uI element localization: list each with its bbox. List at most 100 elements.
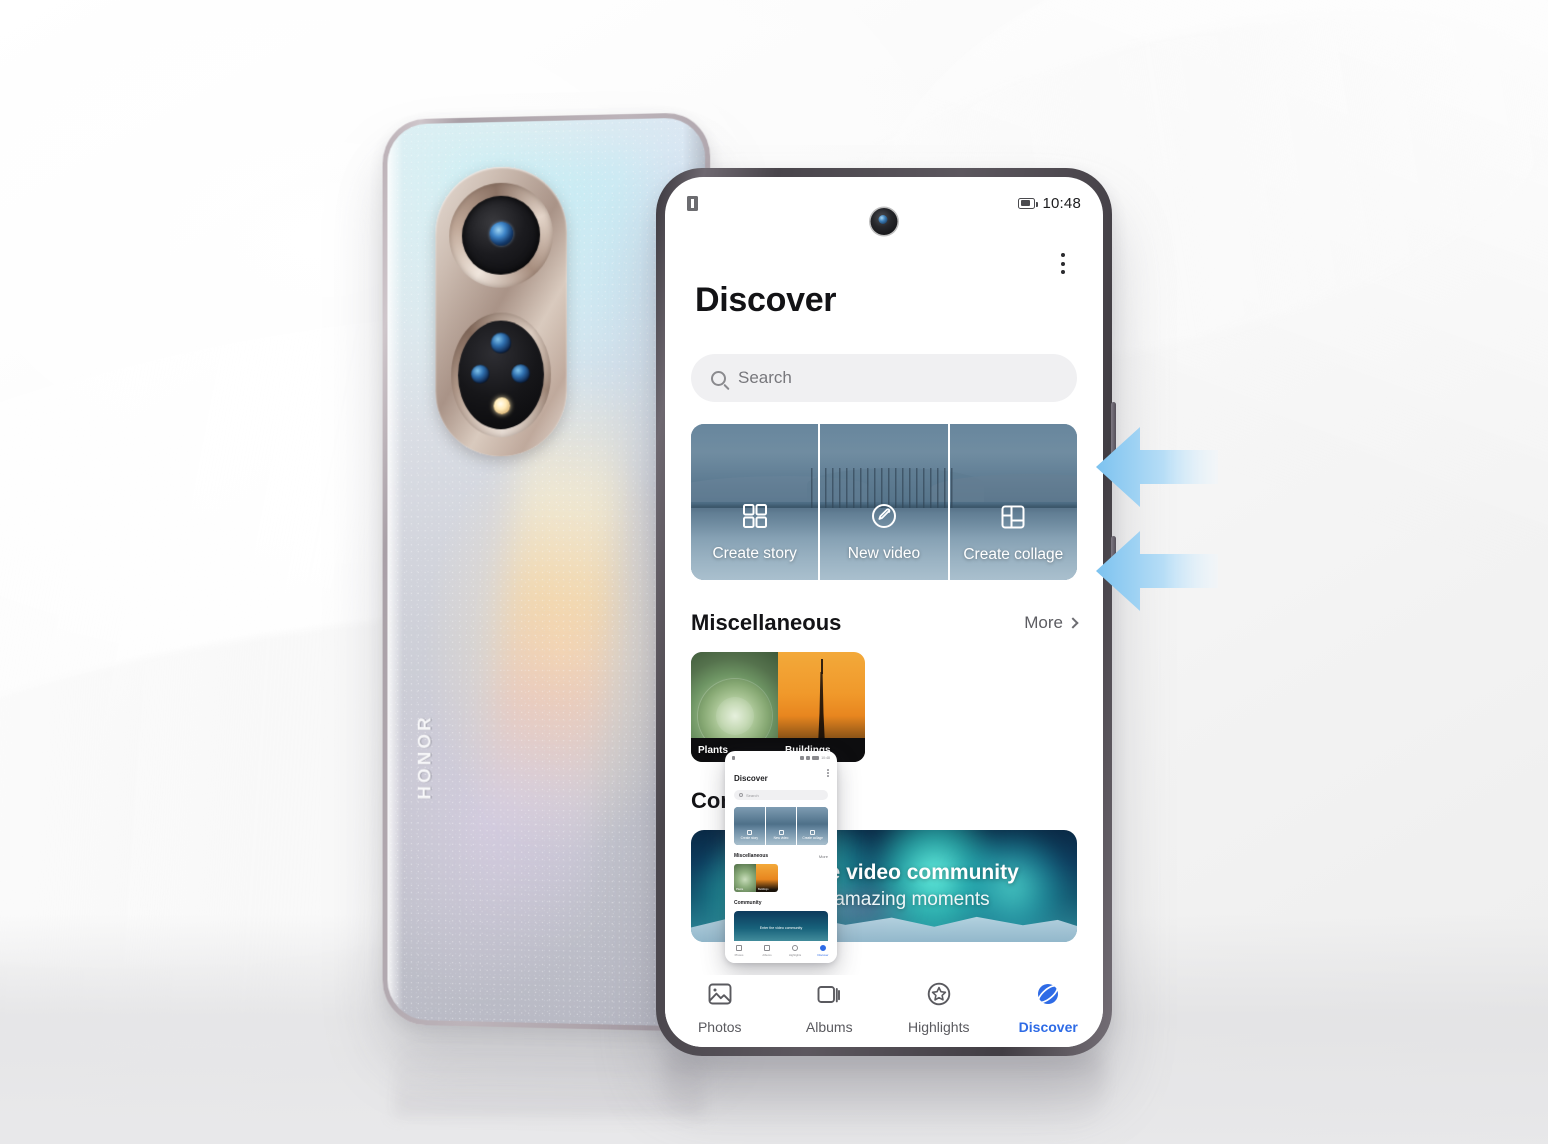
mini-more-vertical-icon	[827, 769, 829, 777]
mini-plants-label: Plants	[736, 888, 744, 891]
mini-new-video-card: New video	[764, 807, 797, 845]
main-lens-ring	[449, 181, 553, 289]
page-title: Discover	[695, 281, 837, 319]
secondary-lens-cluster	[458, 320, 545, 430]
mini-thumbnails: Plants Buildings	[734, 864, 778, 892]
miscellaneous-section-header: Miscellaneous More	[691, 610, 1079, 636]
mini-battery-icon	[812, 756, 820, 760]
collage-layout-icon	[999, 503, 1027, 536]
mini-document-icon	[732, 756, 735, 760]
mini-wifi-icon	[806, 756, 811, 760]
mini-new-video-label: New video	[773, 836, 789, 841]
mini-collage-layout-icon	[810, 830, 816, 836]
miscellaneous-thumbnails: Plants Buildings	[691, 652, 865, 762]
status-bar-time: 10:48	[1042, 194, 1081, 212]
mini-nav-discover: Discover	[809, 945, 837, 957]
rear-camera-module	[435, 165, 567, 457]
battery-fill	[1020, 200, 1030, 206]
mini-discover-label: Discover	[817, 953, 829, 957]
mini-grid-squares-icon	[746, 830, 752, 836]
battery-icon	[1018, 197, 1039, 209]
nav-label-photos: Photos	[697, 1019, 742, 1035]
mini-dot-3	[827, 775, 829, 777]
mini-dot-1	[827, 769, 829, 771]
status-bar-left	[687, 193, 701, 211]
new-video-label: New video	[847, 545, 921, 563]
tower-spire	[820, 658, 823, 674]
nav-item-photos[interactable]: Photos	[665, 981, 775, 1035]
sub-lens-1	[490, 332, 512, 354]
search-input[interactable]: Search	[691, 354, 1077, 402]
mini-banner-text: Enter the video community	[759, 926, 803, 930]
albums-icon	[816, 981, 842, 1012]
more-vertical-icon[interactable]	[1057, 249, 1069, 278]
nav-item-discover[interactable]: Discover	[994, 981, 1104, 1035]
nav-label-highlights: Highlights	[908, 1019, 970, 1035]
main-lens	[461, 195, 541, 276]
miscellaneous-more-button[interactable]: More	[1024, 613, 1079, 633]
new-video-card[interactable]: New video	[818, 424, 947, 580]
highlights-icon	[926, 981, 952, 1012]
mini-photos-label: Photos	[734, 953, 744, 957]
overflow-dot-2	[1061, 261, 1065, 266]
mini-screenshot-preview[interactable]: 10:48 Discover Search Create story New v…	[725, 751, 837, 963]
mini-community-banner: Enter the video community	[734, 911, 828, 945]
mini-pen-circle-icon	[778, 830, 784, 836]
rear-phone-reflection	[394, 1029, 705, 1117]
grid-squares-icon	[741, 502, 769, 535]
mini-miscellaneous-title: Miscellaneous	[734, 853, 769, 859]
create-collage-label: Create collage	[963, 545, 1064, 563]
mini-search-input: Search	[734, 790, 828, 800]
front-phone-device: 10:48 Discover Search Create story New v…	[656, 168, 1116, 1056]
mini-buildings-label: Buildings	[758, 888, 769, 891]
mini-action-cards: Create story New video Create collage	[734, 807, 828, 845]
main-lens-glass	[489, 221, 514, 246]
create-story-card[interactable]: Create story	[691, 424, 818, 580]
sub-lens-3	[511, 364, 531, 384]
create-story-label: Create story	[712, 545, 797, 563]
overflow-dot-1	[1061, 253, 1065, 257]
tower-silhouette	[818, 671, 825, 740]
mini-discover-icon	[820, 945, 826, 951]
glass-edge-highlight	[387, 124, 404, 1020]
photos-icon	[707, 981, 733, 1012]
nav-item-highlights[interactable]: Highlights	[884, 981, 994, 1035]
arrow-pointing-volume-button	[1096, 424, 1218, 510]
discover-icon	[1035, 981, 1061, 1012]
create-collage-card[interactable]: Create collage	[947, 424, 1077, 580]
mini-community-header: Community	[734, 900, 828, 906]
mini-tower-thumbnail: Buildings	[756, 864, 778, 892]
mini-status-bar: 10:48	[725, 751, 837, 760]
honor-brand-logo: HONOR	[414, 714, 436, 800]
mini-create-story-label: Create story	[740, 836, 759, 841]
mini-time: 10:48	[821, 756, 830, 760]
mini-page-title: Discover	[734, 774, 768, 783]
mini-miscellaneous-header: Miscellaneous More	[734, 853, 828, 859]
mini-create-collage-label: Create collage	[802, 836, 823, 841]
mini-status-icons: 10:48	[800, 756, 830, 760]
mini-search-icon	[739, 793, 743, 797]
mini-albums-icon	[764, 945, 770, 951]
front-camera-punchhole	[870, 208, 898, 235]
arrow-pointing-power-button	[1096, 528, 1218, 614]
mini-nav-highlights: Highlights	[781, 945, 809, 957]
nav-item-albums[interactable]: Albums	[775, 981, 885, 1035]
mini-search-placeholder: Search	[746, 792, 759, 798]
miscellaneous-more-label: More	[1024, 613, 1063, 632]
action-cards-row: Create story New video Create collage	[691, 424, 1077, 580]
mini-community-title: Community	[734, 900, 762, 906]
mini-highlights-icon	[792, 945, 798, 951]
bottom-navigation-bar: Photos Albums Highlights Discover	[665, 975, 1103, 1047]
secondary-lens-ring	[451, 311, 551, 438]
overflow-dot-3	[1061, 270, 1065, 274]
mini-albums-label: Albums	[762, 953, 772, 957]
mini-nav-albums: Albums	[753, 945, 781, 957]
tower-sunset-thumbnail[interactable]: Buildings	[778, 652, 865, 762]
succulent-plant-thumbnail[interactable]: Plants	[691, 652, 778, 762]
nav-label-discover: Discover	[1018, 1019, 1078, 1035]
mini-signal-icon	[800, 756, 805, 760]
search-placeholder: Search	[738, 368, 792, 387]
mini-create-story-card: Create story	[734, 807, 765, 845]
mini-plant-thumbnail: Plants	[734, 864, 756, 892]
mini-create-collage-card: Create collage	[796, 807, 828, 845]
